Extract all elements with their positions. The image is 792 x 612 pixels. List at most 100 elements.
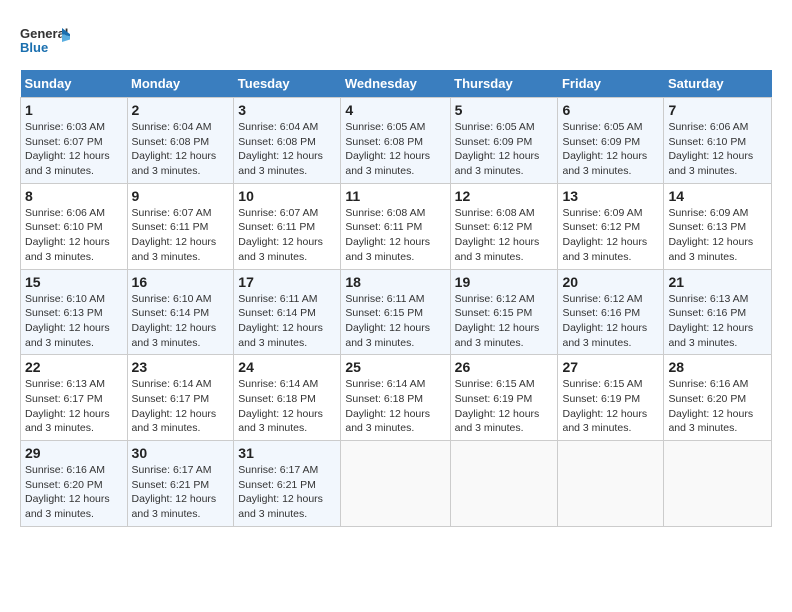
day-number: 17 [238, 274, 336, 290]
calendar-cell: 6 Sunrise: 6:05 AMSunset: 6:09 PMDayligh… [558, 98, 664, 184]
day-number: 16 [132, 274, 230, 290]
day-detail: Sunrise: 6:12 AMSunset: 6:16 PMDaylight:… [562, 293, 647, 349]
day-detail: Sunrise: 6:06 AMSunset: 6:10 PMDaylight:… [25, 207, 110, 263]
calendar-cell: 27 Sunrise: 6:15 AMSunset: 6:19 PMDaylig… [558, 355, 664, 441]
calendar-cell: 29 Sunrise: 6:16 AMSunset: 6:20 PMDaylig… [21, 441, 128, 527]
day-detail: Sunrise: 6:05 AMSunset: 6:08 PMDaylight:… [345, 121, 430, 177]
calendar-cell: 23 Sunrise: 6:14 AMSunset: 6:17 PMDaylig… [127, 355, 234, 441]
page-header: General Blue [20, 20, 772, 60]
day-number: 11 [345, 188, 445, 204]
calendar-cell: 28 Sunrise: 6:16 AMSunset: 6:20 PMDaylig… [664, 355, 772, 441]
weekday-header-saturday: Saturday [664, 70, 772, 98]
day-number: 23 [132, 359, 230, 375]
calendar-cell [450, 441, 558, 527]
calendar-table: SundayMondayTuesdayWednesdayThursdayFrid… [20, 70, 772, 527]
day-number: 18 [345, 274, 445, 290]
calendar-cell: 15 Sunrise: 6:10 AMSunset: 6:13 PMDaylig… [21, 269, 128, 355]
day-number: 13 [562, 188, 659, 204]
day-detail: Sunrise: 6:08 AMSunset: 6:11 PMDaylight:… [345, 207, 430, 263]
day-detail: Sunrise: 6:11 AMSunset: 6:15 PMDaylight:… [345, 293, 430, 349]
calendar-week-row: 22 Sunrise: 6:13 AMSunset: 6:17 PMDaylig… [21, 355, 772, 441]
day-detail: Sunrise: 6:07 AMSunset: 6:11 PMDaylight:… [238, 207, 323, 263]
calendar-cell: 14 Sunrise: 6:09 AMSunset: 6:13 PMDaylig… [664, 183, 772, 269]
calendar-cell: 20 Sunrise: 6:12 AMSunset: 6:16 PMDaylig… [558, 269, 664, 355]
calendar-week-row: 1 Sunrise: 6:03 AMSunset: 6:07 PMDayligh… [21, 98, 772, 184]
calendar-cell [341, 441, 450, 527]
weekday-header-friday: Friday [558, 70, 664, 98]
day-detail: Sunrise: 6:17 AMSunset: 6:21 PMDaylight:… [238, 464, 323, 520]
day-number: 29 [25, 445, 123, 461]
svg-text:Blue: Blue [20, 40, 48, 55]
calendar-cell: 10 Sunrise: 6:07 AMSunset: 6:11 PMDaylig… [234, 183, 341, 269]
day-number: 7 [668, 102, 767, 118]
weekday-header-row: SundayMondayTuesdayWednesdayThursdayFrid… [21, 70, 772, 98]
day-detail: Sunrise: 6:07 AMSunset: 6:11 PMDaylight:… [132, 207, 217, 263]
day-number: 24 [238, 359, 336, 375]
day-number: 12 [455, 188, 554, 204]
day-number: 28 [668, 359, 767, 375]
day-number: 27 [562, 359, 659, 375]
day-detail: Sunrise: 6:15 AMSunset: 6:19 PMDaylight:… [562, 378, 647, 434]
calendar-cell: 31 Sunrise: 6:17 AMSunset: 6:21 PMDaylig… [234, 441, 341, 527]
calendar-cell: 30 Sunrise: 6:17 AMSunset: 6:21 PMDaylig… [127, 441, 234, 527]
calendar-cell: 11 Sunrise: 6:08 AMSunset: 6:11 PMDaylig… [341, 183, 450, 269]
calendar-cell: 18 Sunrise: 6:11 AMSunset: 6:15 PMDaylig… [341, 269, 450, 355]
day-number: 30 [132, 445, 230, 461]
calendar-cell: 1 Sunrise: 6:03 AMSunset: 6:07 PMDayligh… [21, 98, 128, 184]
weekday-header-wednesday: Wednesday [341, 70, 450, 98]
day-number: 19 [455, 274, 554, 290]
calendar-cell: 22 Sunrise: 6:13 AMSunset: 6:17 PMDaylig… [21, 355, 128, 441]
calendar-cell: 26 Sunrise: 6:15 AMSunset: 6:19 PMDaylig… [450, 355, 558, 441]
calendar-cell: 7 Sunrise: 6:06 AMSunset: 6:10 PMDayligh… [664, 98, 772, 184]
calendar-cell: 5 Sunrise: 6:05 AMSunset: 6:09 PMDayligh… [450, 98, 558, 184]
calendar-cell: 16 Sunrise: 6:10 AMSunset: 6:14 PMDaylig… [127, 269, 234, 355]
day-number: 10 [238, 188, 336, 204]
day-detail: Sunrise: 6:05 AMSunset: 6:09 PMDaylight:… [562, 121, 647, 177]
day-detail: Sunrise: 6:09 AMSunset: 6:12 PMDaylight:… [562, 207, 647, 263]
logo: General Blue [20, 20, 70, 60]
calendar-cell: 17 Sunrise: 6:11 AMSunset: 6:14 PMDaylig… [234, 269, 341, 355]
day-detail: Sunrise: 6:15 AMSunset: 6:19 PMDaylight:… [455, 378, 540, 434]
logo-icon: General Blue [20, 20, 70, 60]
day-detail: Sunrise: 6:09 AMSunset: 6:13 PMDaylight:… [668, 207, 753, 263]
day-number: 9 [132, 188, 230, 204]
day-detail: Sunrise: 6:14 AMSunset: 6:17 PMDaylight:… [132, 378, 217, 434]
calendar-cell: 8 Sunrise: 6:06 AMSunset: 6:10 PMDayligh… [21, 183, 128, 269]
day-detail: Sunrise: 6:03 AMSunset: 6:07 PMDaylight:… [25, 121, 110, 177]
day-detail: Sunrise: 6:13 AMSunset: 6:17 PMDaylight:… [25, 378, 110, 434]
day-detail: Sunrise: 6:10 AMSunset: 6:14 PMDaylight:… [132, 293, 217, 349]
day-detail: Sunrise: 6:13 AMSunset: 6:16 PMDaylight:… [668, 293, 753, 349]
day-number: 26 [455, 359, 554, 375]
day-detail: Sunrise: 6:08 AMSunset: 6:12 PMDaylight:… [455, 207, 540, 263]
day-number: 14 [668, 188, 767, 204]
day-number: 4 [345, 102, 445, 118]
day-number: 6 [562, 102, 659, 118]
day-number: 2 [132, 102, 230, 118]
weekday-header-thursday: Thursday [450, 70, 558, 98]
day-detail: Sunrise: 6:06 AMSunset: 6:10 PMDaylight:… [668, 121, 753, 177]
day-detail: Sunrise: 6:14 AMSunset: 6:18 PMDaylight:… [345, 378, 430, 434]
day-detail: Sunrise: 6:04 AMSunset: 6:08 PMDaylight:… [238, 121, 323, 177]
calendar-week-row: 29 Sunrise: 6:16 AMSunset: 6:20 PMDaylig… [21, 441, 772, 527]
day-number: 3 [238, 102, 336, 118]
calendar-cell: 21 Sunrise: 6:13 AMSunset: 6:16 PMDaylig… [664, 269, 772, 355]
calendar-cell: 3 Sunrise: 6:04 AMSunset: 6:08 PMDayligh… [234, 98, 341, 184]
day-detail: Sunrise: 6:12 AMSunset: 6:15 PMDaylight:… [455, 293, 540, 349]
calendar-cell: 12 Sunrise: 6:08 AMSunset: 6:12 PMDaylig… [450, 183, 558, 269]
calendar-cell: 19 Sunrise: 6:12 AMSunset: 6:15 PMDaylig… [450, 269, 558, 355]
day-detail: Sunrise: 6:05 AMSunset: 6:09 PMDaylight:… [455, 121, 540, 177]
day-detail: Sunrise: 6:17 AMSunset: 6:21 PMDaylight:… [132, 464, 217, 520]
day-number: 22 [25, 359, 123, 375]
day-detail: Sunrise: 6:10 AMSunset: 6:13 PMDaylight:… [25, 293, 110, 349]
calendar-cell [664, 441, 772, 527]
day-detail: Sunrise: 6:16 AMSunset: 6:20 PMDaylight:… [25, 464, 110, 520]
day-number: 25 [345, 359, 445, 375]
calendar-cell: 9 Sunrise: 6:07 AMSunset: 6:11 PMDayligh… [127, 183, 234, 269]
calendar-cell: 25 Sunrise: 6:14 AMSunset: 6:18 PMDaylig… [341, 355, 450, 441]
day-detail: Sunrise: 6:16 AMSunset: 6:20 PMDaylight:… [668, 378, 753, 434]
day-number: 8 [25, 188, 123, 204]
day-detail: Sunrise: 6:04 AMSunset: 6:08 PMDaylight:… [132, 121, 217, 177]
weekday-header-sunday: Sunday [21, 70, 128, 98]
calendar-cell: 13 Sunrise: 6:09 AMSunset: 6:12 PMDaylig… [558, 183, 664, 269]
weekday-header-monday: Monday [127, 70, 234, 98]
